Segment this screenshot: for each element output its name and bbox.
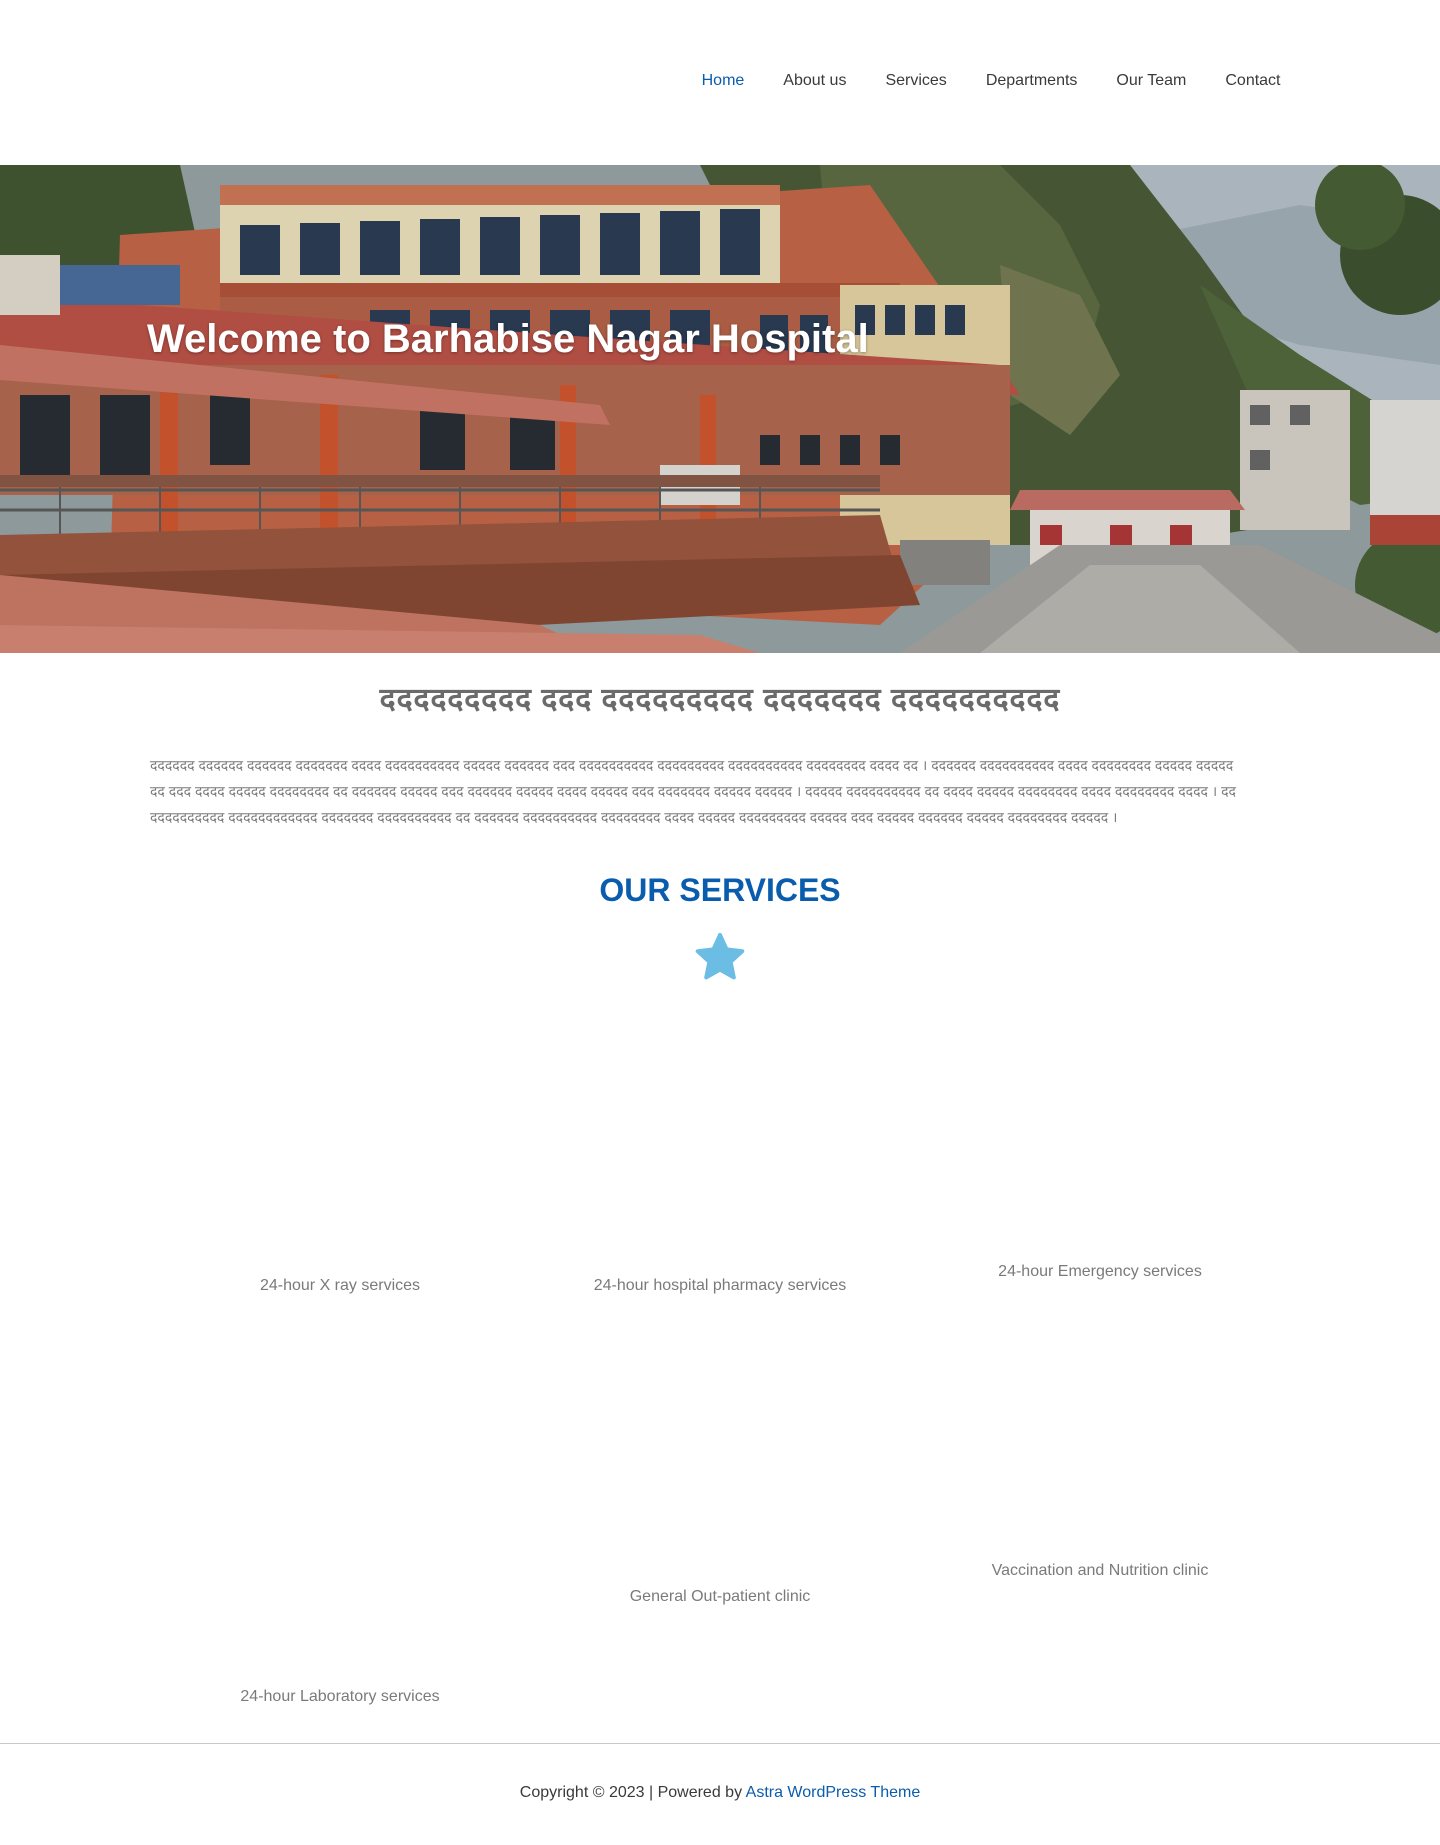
hero-banner: Welcome to Barhabise Nagar Hospital [0, 165, 1440, 653]
nav-about-us[interactable]: About us [764, 70, 866, 92]
site-footer: Copyright © 2023 | Powered by Astra Word… [0, 1784, 1440, 1802]
main-nav: Home About us Services Departments Our T… [682, 70, 1300, 92]
nav-home[interactable]: Home [682, 70, 764, 92]
intro-text: दददददद दददददद दददददद ददददददद दददद दददददद… [150, 757, 1236, 825]
nav-our-team[interactable]: Our Team [1097, 70, 1206, 92]
nav-contact[interactable]: Contact [1206, 70, 1300, 92]
service-vaccination: Vaccination and Nutrition clinic [991, 1562, 1209, 1579]
nav-services[interactable]: Services [866, 70, 966, 92]
services-title: OUR SERVICES [599, 872, 841, 908]
footer-divider [0, 1743, 1440, 1744]
service-xray: 24-hour X ray services [259, 1277, 421, 1294]
hospital-building-photo [0, 165, 1440, 653]
star-icon [694, 932, 746, 984]
theme-link[interactable]: Astra WordPress Theme [746, 1784, 921, 1801]
hero-title: Welcome to Barhabise Nagar Hospital [147, 317, 869, 361]
copyright-text: Copyright © 2023 | Powered by [519, 1784, 746, 1801]
service-emergency: 24-hour Emergency services [998, 1263, 1202, 1280]
service-outpatient: General Out-patient clinic [629, 1588, 811, 1605]
nav-departments[interactable]: Departments [966, 70, 1097, 92]
site-header: Home About us Services Departments Our T… [0, 0, 1440, 165]
service-laboratory: 24-hour Laboratory services [240, 1688, 440, 1705]
intro-heading: ददददददददद ददद ददददददददद ददददददद दददददददद… [379, 683, 1061, 716]
service-pharmacy: 24-hour hospital pharmacy services [593, 1277, 847, 1294]
